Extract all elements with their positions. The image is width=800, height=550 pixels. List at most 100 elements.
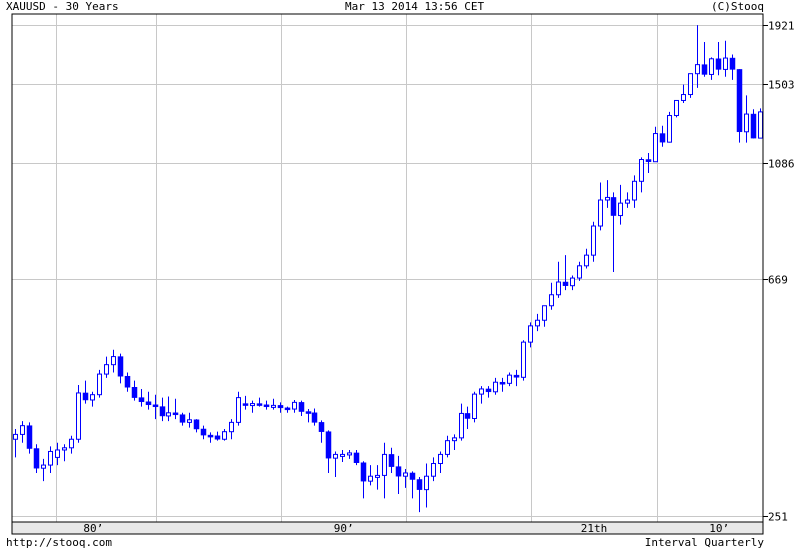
candle-body-down bbox=[715, 58, 722, 70]
candle bbox=[214, 431, 221, 441]
candle-body-down bbox=[388, 454, 395, 467]
candle bbox=[145, 391, 152, 410]
candle bbox=[729, 54, 736, 80]
candle-body-down bbox=[353, 452, 360, 463]
candle bbox=[549, 282, 554, 310]
candle bbox=[250, 400, 255, 413]
candle-body-up bbox=[744, 113, 749, 133]
candle bbox=[388, 447, 395, 473]
candle-body-up bbox=[236, 397, 241, 423]
candle bbox=[758, 108, 763, 139]
candle bbox=[598, 182, 603, 231]
candle-body-up bbox=[625, 199, 630, 204]
candle bbox=[193, 419, 200, 433]
candle-body-up bbox=[618, 202, 623, 217]
candle-body-up bbox=[479, 388, 484, 395]
candle bbox=[445, 435, 450, 458]
candle-body-down bbox=[159, 406, 166, 417]
candle bbox=[159, 397, 166, 422]
candle-body-down bbox=[26, 425, 33, 449]
candle-body-down bbox=[701, 64, 708, 75]
candle bbox=[723, 40, 728, 77]
plot-frame bbox=[11, 13, 764, 535]
candle-body-up bbox=[271, 404, 276, 408]
x-axis-band bbox=[12, 522, 763, 534]
candle-body-down bbox=[131, 386, 138, 398]
candle-body-down bbox=[513, 374, 520, 378]
candle-body-down bbox=[409, 472, 416, 480]
candle-body-up bbox=[577, 265, 582, 279]
candle-body-down bbox=[645, 159, 652, 162]
candle-body-up bbox=[340, 453, 345, 457]
y-tick-label: 1086 bbox=[768, 158, 795, 171]
candle-body-up bbox=[653, 133, 658, 163]
candle bbox=[131, 380, 138, 401]
candle-body-down bbox=[464, 413, 471, 419]
candle-body-up bbox=[472, 393, 477, 419]
candle bbox=[256, 397, 263, 407]
candle-body-up bbox=[605, 196, 610, 201]
candle-body-up bbox=[570, 277, 575, 287]
candle bbox=[659, 125, 666, 147]
candle-body-up bbox=[535, 319, 540, 327]
x-tick-label: 90’ bbox=[334, 522, 354, 535]
candle bbox=[271, 398, 276, 410]
candle-body-down bbox=[124, 375, 131, 388]
candle-body-down bbox=[284, 407, 291, 411]
candle bbox=[535, 313, 540, 332]
candle-body-up bbox=[222, 431, 227, 440]
candle-body-down bbox=[736, 69, 743, 133]
candle-body-up bbox=[723, 57, 728, 70]
candle-body-up bbox=[76, 392, 81, 440]
candle-body-up bbox=[90, 394, 95, 401]
candle-body-down bbox=[298, 402, 305, 412]
candle bbox=[618, 184, 623, 225]
candle-body-up bbox=[591, 225, 596, 256]
candle-body-up bbox=[62, 447, 67, 451]
candle-body-up bbox=[556, 281, 561, 296]
candle bbox=[152, 394, 159, 420]
y-tick-label: 1921 bbox=[768, 20, 795, 33]
candle bbox=[292, 399, 297, 413]
candle-body-up bbox=[709, 58, 714, 75]
candle bbox=[591, 221, 596, 262]
candle-body-up bbox=[424, 475, 429, 491]
candle-body-down bbox=[207, 434, 214, 438]
candle bbox=[360, 461, 367, 499]
candle-body-up bbox=[104, 364, 109, 375]
candle-body-down bbox=[325, 431, 332, 459]
candle bbox=[639, 157, 644, 193]
candle-body-down bbox=[242, 403, 249, 406]
candle bbox=[187, 412, 192, 428]
interval-label: Interval Quarterly bbox=[644, 536, 764, 549]
candle bbox=[493, 377, 498, 395]
candle bbox=[179, 412, 186, 426]
candle bbox=[76, 385, 81, 443]
candle bbox=[200, 425, 207, 440]
candle bbox=[298, 400, 305, 416]
candle bbox=[562, 255, 569, 291]
candle bbox=[610, 192, 617, 273]
candle-body-up bbox=[445, 440, 450, 455]
candle-body-down bbox=[145, 401, 152, 406]
candle-body-up bbox=[528, 325, 533, 343]
candle bbox=[431, 457, 436, 482]
candle-body-down bbox=[499, 381, 506, 385]
candle bbox=[368, 465, 373, 486]
candle bbox=[715, 42, 722, 76]
candle bbox=[311, 408, 318, 426]
candle-body-down bbox=[117, 356, 124, 377]
candle bbox=[82, 380, 89, 404]
candle bbox=[577, 261, 582, 281]
source-link[interactable]: http://stooq.com bbox=[6, 536, 112, 550]
candle-body-down bbox=[416, 479, 423, 490]
candle bbox=[521, 340, 526, 381]
candle-body-down bbox=[179, 414, 186, 423]
candle-body-up bbox=[368, 475, 373, 482]
candle bbox=[395, 455, 402, 494]
candle bbox=[166, 396, 171, 422]
candle-body-down bbox=[214, 435, 221, 440]
candle bbox=[138, 388, 145, 407]
candle bbox=[424, 463, 429, 508]
candle bbox=[172, 398, 179, 420]
